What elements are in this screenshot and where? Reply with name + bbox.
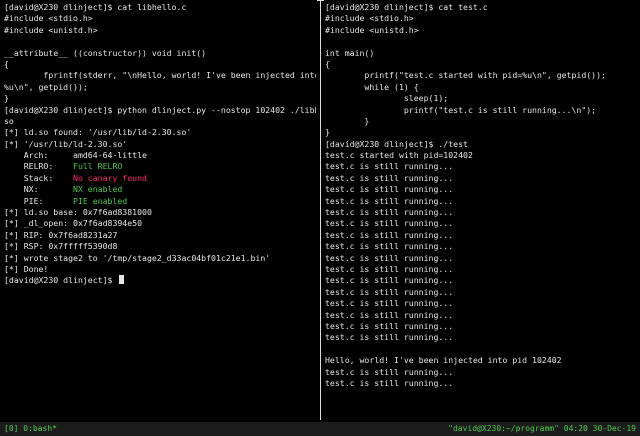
terminal-line: test.c is still running...: [325, 332, 454, 343]
terminal-line: #include <unistd.h>: [4, 25, 316, 36]
terminal-line: %u\n", getpid());: [4, 82, 316, 93]
terminal-line: test.c is still running...: [325, 218, 454, 229]
terminal-line: test.c is still running...: [325, 195, 454, 206]
terminal-line: test.c is still running...: [325, 172, 454, 183]
tmux-status-bar: [0] 0:bash* "david@X230:~/programm" 04:2…: [0, 422, 640, 436]
terminal-line: test.c is still running...: [325, 252, 454, 263]
terminal-cursor[interactable]: [119, 275, 125, 285]
terminal-line: fprintf(stderr, "\nHello, world! I've be…: [4, 70, 316, 81]
terminal-line: [david@X230 dlinject]$: [4, 275, 316, 286]
terminal-text: __attribute__ ((constructor)) void init(…: [4, 47, 207, 58]
terminal-line: test.c started with pid=102402: [325, 150, 473, 161]
terminal-line: #include <unistd.h>: [325, 24, 419, 35]
terminal-text: %u\n", getpid());: [4, 81, 88, 92]
terminal-line: test.c is still running...: [325, 309, 454, 320]
terminal-line: test.c is still running...: [325, 207, 454, 218]
terminal-line: test.c is still running...: [325, 286, 454, 297]
tmux-session-window[interactable]: [0] 0:bash*: [4, 422, 57, 436]
terminal-text: [david@X230 dlinject]$ python dlinject.p…: [4, 104, 316, 115]
terminal-line: test.c is still running...: [325, 184, 454, 195]
checksec-label: Stack:: [4, 172, 74, 183]
terminal-line: [*] ld.so base: 0x7f6ad8381000: [4, 207, 316, 218]
terminal-line: [david@X230 dlinject]$ cat test.c: [325, 2, 488, 12]
right-terminal-pane[interactable]: [david@X230 dlinject]$ cat test.c #includ…: [325, 2, 636, 418]
terminal-line: #include <stdio.h>: [4, 13, 316, 24]
terminal-text: [*] ld.so found: '/usr/lib/ld-2.30.so': [4, 127, 192, 138]
left-terminal-pane[interactable]: [david@X230 dlinject]$ cat libhello.c #in…: [4, 2, 316, 418]
terminal-text: #include <unistd.h>: [4, 24, 98, 35]
terminal-text: [david@X230 dlinject]$: [4, 275, 118, 286]
checksec-value: NX enabled: [73, 184, 123, 195]
checksec-label: Arch:: [4, 150, 74, 161]
checksec-value: amd64-64-little: [73, 150, 147, 161]
terminal-line: printf("test.c is still running...\n");: [325, 104, 597, 115]
terminal-line: [*] '/usr/lib/ld-2.30.so': [4, 139, 316, 150]
terminal-line: RELRO: Full RELRO: [4, 161, 316, 172]
terminal-line: test.c is still running...: [325, 241, 454, 252]
terminal-text: [*] ld.so base: 0x7f6ad8381000: [4, 207, 152, 218]
tmux-status-right: "david@X230:~/programm" 04:20 30-Dec-19: [448, 424, 636, 433]
terminal-line: test.c is still running...: [325, 320, 454, 331]
pane-divider-cap: [317, 0, 324, 1]
terminal-text: }: [4, 93, 9, 104]
terminal-line: [*] wrote stage2 to '/tmp/stage2_d33ac04…: [4, 253, 316, 264]
terminal-line: while (1) {: [325, 81, 419, 92]
terminal-line: [*] RIP: 0x7f6ad8231a27: [4, 230, 316, 241]
terminal-line: Arch: amd64-64-little: [4, 150, 316, 161]
pane-divider[interactable]: [320, 0, 321, 420]
terminal-line: printf("test.c started with pid=%u\n", g…: [325, 70, 606, 81]
terminal-text: fprintf(stderr, "\nHello, world! I've be…: [4, 70, 316, 81]
terminal-text: [*] Done!: [4, 263, 49, 274]
terminal-text: [*] RIP: 0x7f6ad8231a27: [4, 229, 118, 240]
terminal-text: [*] wrote stage2 to '/tmp/stage2_d33ac04…: [4, 252, 271, 263]
terminal-line: __attribute__ ((constructor)) void init(…: [4, 48, 316, 59]
terminal-line: Stack: No canary found: [4, 173, 316, 184]
terminal-line: NX: NX enabled: [4, 184, 316, 195]
terminal-line: #include <stdio.h>: [325, 13, 414, 24]
terminal-line: [*] _dl_open: 0x7f6ad8394e50: [4, 218, 316, 229]
terminal-line: [david@X230 dlinject]$ ./test: [325, 138, 468, 149]
terminal-line: test.c is still running...: [325, 366, 454, 377]
terminal-line: [*] RSP: 0x7fffff5390d8: [4, 241, 316, 252]
terminal-line: }: [325, 115, 370, 126]
terminal-line: {: [4, 59, 316, 70]
checksec-value: No canary found: [73, 172, 147, 183]
checksec-value: Full RELRO: [73, 161, 123, 172]
checksec-label: PIE:: [4, 195, 74, 206]
terminal-line: [*] Done!: [4, 264, 316, 275]
terminal-text: [*] _dl_open: 0x7f6ad8394e50: [4, 218, 143, 229]
terminal-text: {: [4, 58, 9, 69]
checksec-value: PIE enabled: [73, 195, 128, 206]
terminal-line: }: [4, 93, 316, 104]
terminal-line: [david@X230 dlinject]$ python dlinject.p…: [4, 105, 316, 116]
terminal-line: int main(): [325, 47, 375, 58]
terminal-line: Hello, world! I've been injected into pi…: [325, 355, 562, 366]
terminal-text: [*] '/usr/lib/ld-2.30.so': [4, 138, 128, 149]
terminal-line: test.c is still running...: [325, 263, 454, 274]
terminal-line: {: [325, 58, 330, 69]
terminal-line: so: [4, 116, 316, 127]
terminal-text: [david@X230 dlinject]$ cat libhello.c: [4, 2, 187, 12]
checksec-label: NX:: [4, 184, 74, 195]
terminal-line: test.c is still running...: [325, 298, 454, 309]
terminal-text: [*] RSP: 0x7fffff5390d8: [4, 241, 118, 252]
terminal-line: test.c is still running...: [325, 229, 454, 240]
terminal-text: #include <stdio.h>: [4, 13, 93, 24]
terminal-line: sleep(1);: [325, 93, 449, 104]
checksec-label: RELRO:: [4, 161, 74, 172]
terminal-line: PIE: PIE enabled: [4, 196, 316, 207]
terminal-line: test.c is still running...: [325, 275, 454, 286]
terminal-line: test.c is still running...: [325, 161, 454, 172]
terminal-line: [*] ld.so found: '/usr/lib/ld-2.30.so': [4, 127, 316, 138]
terminal-line: }: [325, 127, 330, 138]
terminal-line: [david@X230 dlinject]$ cat libhello.c: [4, 2, 316, 13]
terminal-line: test.c is still running...: [325, 377, 454, 388]
terminal-text: so: [4, 115, 14, 126]
